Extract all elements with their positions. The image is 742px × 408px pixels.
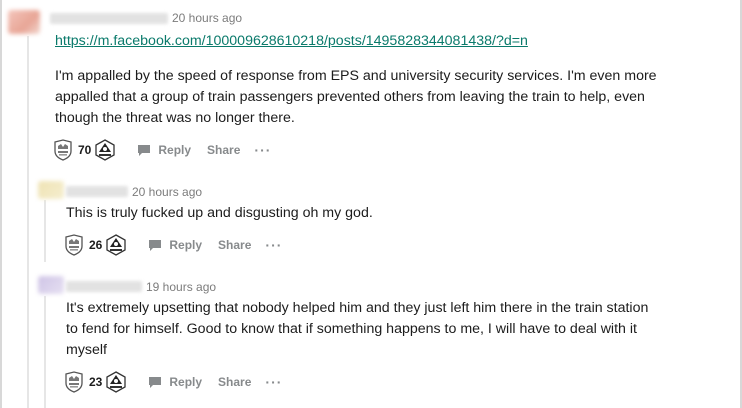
comment-line: This is truly fucked up and disgusting o… (66, 205, 373, 221)
share-button[interactable]: Share (207, 143, 240, 157)
comment-line: though the threat was no longer there. (55, 110, 295, 126)
hex-badge-icon[interactable] (106, 234, 127, 256)
comment-timestamp[interactable]: 20 hours ago (172, 11, 242, 25)
share-button[interactable]: Share (218, 375, 251, 389)
reply-label: Reply (158, 143, 192, 157)
reply-button[interactable]: Reply (148, 375, 202, 389)
thread-line-reply-2[interactable] (44, 296, 46, 408)
avatar[interactable] (38, 276, 64, 294)
thread-line-top[interactable] (27, 36, 29, 408)
more-options-button[interactable]: ··· (265, 375, 282, 389)
username-redacted[interactable] (50, 13, 168, 24)
share-button[interactable]: Share (218, 238, 251, 252)
more-options-button[interactable]: ··· (265, 238, 282, 252)
comment-text: It's extremely upsetting that nobody hel… (66, 298, 736, 361)
hex-badge-icon[interactable] (95, 139, 116, 161)
comment-line: to fend for himself. Good to know that i… (66, 321, 637, 337)
username-redacted[interactable] (66, 186, 128, 197)
avatar[interactable] (8, 10, 40, 34)
comment-line: appalled that a group of train passenger… (55, 89, 645, 105)
comment-actions: 23 Reply Share ··· (64, 370, 282, 394)
vote-score: 70 (78, 143, 92, 157)
comment-actions: 26 Reply Share ··· (64, 233, 282, 257)
more-options-button[interactable]: ··· (254, 143, 271, 157)
window-border-left (0, 0, 2, 408)
speech-bubble-icon (138, 144, 151, 156)
facebook-post-link[interactable]: https://m.facebook.com/100009628610218/p… (55, 33, 528, 49)
reply-button[interactable]: Reply (148, 238, 202, 252)
hex-badge-icon[interactable] (106, 371, 127, 393)
vote-score: 26 (89, 238, 103, 252)
vote-score: 23 (89, 375, 103, 389)
avatar[interactable] (38, 181, 64, 199)
thread-line-reply-1[interactable] (44, 200, 46, 262)
speech-bubble-icon (149, 239, 162, 251)
comment-timestamp[interactable]: 19 hours ago (146, 280, 216, 294)
shield-crest-icon[interactable] (53, 139, 73, 161)
reply-label: Reply (169, 375, 203, 389)
comment-line: I'm appalled by the speed of response fr… (55, 68, 657, 84)
reply-button[interactable]: Reply (137, 143, 191, 157)
comment-text: I'm appalled by the speed of response fr… (55, 66, 735, 129)
shield-crest-icon[interactable] (64, 371, 84, 393)
comment-line: myself (66, 342, 107, 358)
comment-timestamp[interactable]: 20 hours ago (132, 185, 202, 199)
reply-label: Reply (169, 238, 203, 252)
comment-line: It's extremely upsetting that nobody hel… (66, 300, 649, 316)
shield-crest-icon[interactable] (64, 234, 84, 256)
username-redacted[interactable] (66, 281, 142, 292)
comment-actions: 70 Reply Share ··· (53, 138, 271, 162)
speech-bubble-icon (149, 376, 162, 388)
comment-body: https://m.facebook.com/100009628610218/p… (55, 31, 715, 52)
comment-text: This is truly fucked up and disgusting o… (66, 203, 726, 224)
